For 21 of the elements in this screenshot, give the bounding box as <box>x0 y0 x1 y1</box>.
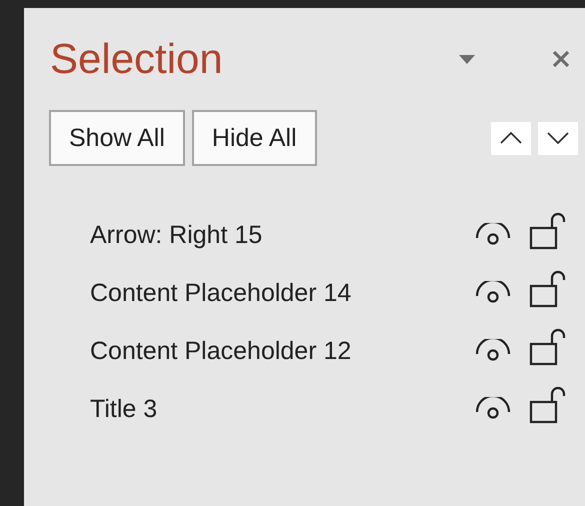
eye-icon[interactable] <box>474 223 512 247</box>
object-name[interactable]: Content Placeholder 12 <box>50 336 474 366</box>
close-icon[interactable] <box>552 50 570 68</box>
up-chevron-icon <box>500 132 522 144</box>
unlocked-padlock-icon[interactable] <box>528 211 566 251</box>
unlocked-padlock-icon[interactable] <box>528 327 566 367</box>
eye-icon[interactable] <box>474 281 512 305</box>
object-name[interactable]: Title 3 <box>50 394 474 424</box>
hide-all-button[interactable]: Hide All <box>192 110 317 166</box>
unlocked-padlock-icon[interactable] <box>528 269 566 309</box>
show-all-button[interactable]: Show All <box>49 110 185 166</box>
down-chevron-icon <box>547 132 569 144</box>
move-up-button[interactable] <box>491 122 531 154</box>
object-name[interactable]: Arrow: Right 15 <box>50 220 474 250</box>
eye-icon[interactable] <box>474 397 512 421</box>
eye-icon[interactable] <box>474 339 512 363</box>
move-down-button[interactable] <box>538 122 578 154</box>
dropdown-icon[interactable] <box>459 54 475 64</box>
unlocked-padlock-icon[interactable] <box>528 385 566 425</box>
object-name[interactable]: Content Placeholder 14 <box>50 278 474 308</box>
pane-title: Selection <box>50 35 224 83</box>
